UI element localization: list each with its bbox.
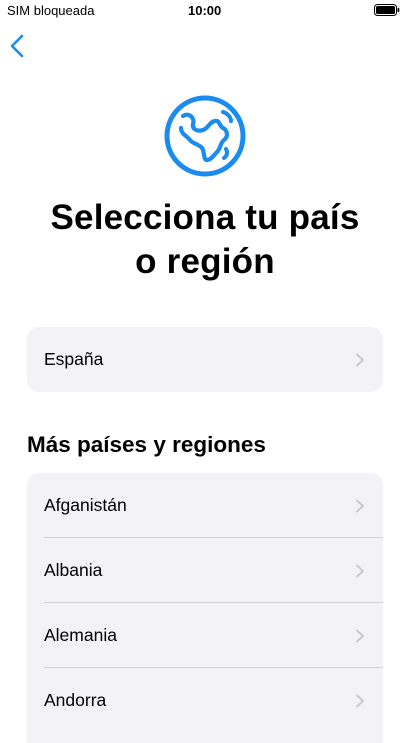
- region-label: España: [44, 349, 104, 369]
- region-label: Afganistán: [44, 495, 127, 515]
- status-time: 10:00: [188, 3, 222, 18]
- back-button[interactable]: [6, 33, 28, 59]
- globe-icon: [164, 95, 246, 177]
- carrier-label: SIM bloqueada: [7, 3, 95, 18]
- page-title: Selecciona tu país o región: [0, 196, 410, 284]
- chevron-right-icon: [356, 564, 364, 577]
- region-label: Albania: [44, 560, 103, 580]
- region-row-andorra[interactable]: Andorra: [27, 668, 383, 733]
- region-row-albania[interactable]: Albania: [27, 538, 383, 603]
- section-heading: Más países y regiones: [27, 432, 266, 457]
- chevron-right-icon: [356, 499, 364, 512]
- page-title-line-1: Selecciona tu país: [50, 198, 360, 237]
- region-list: Afganistán Albania Alemania Andorra: [27, 473, 383, 743]
- region-row-afganistan[interactable]: Afganistán: [27, 473, 383, 538]
- page-title-line-2: o región: [135, 242, 275, 281]
- chevron-right-icon: [356, 629, 364, 642]
- region-label: Andorra: [44, 690, 107, 710]
- region-row-espana[interactable]: España: [27, 327, 383, 392]
- region-row-alemania[interactable]: Alemania: [27, 603, 383, 668]
- status-bar: SIM bloqueada 10:00: [0, 0, 410, 22]
- chevron-left-icon: [10, 34, 24, 58]
- battery-icon: [374, 4, 400, 16]
- suggested-region-card: España: [27, 327, 383, 392]
- chevron-right-icon: [356, 353, 364, 366]
- chevron-right-icon: [356, 694, 364, 707]
- region-label: Alemania: [44, 625, 117, 645]
